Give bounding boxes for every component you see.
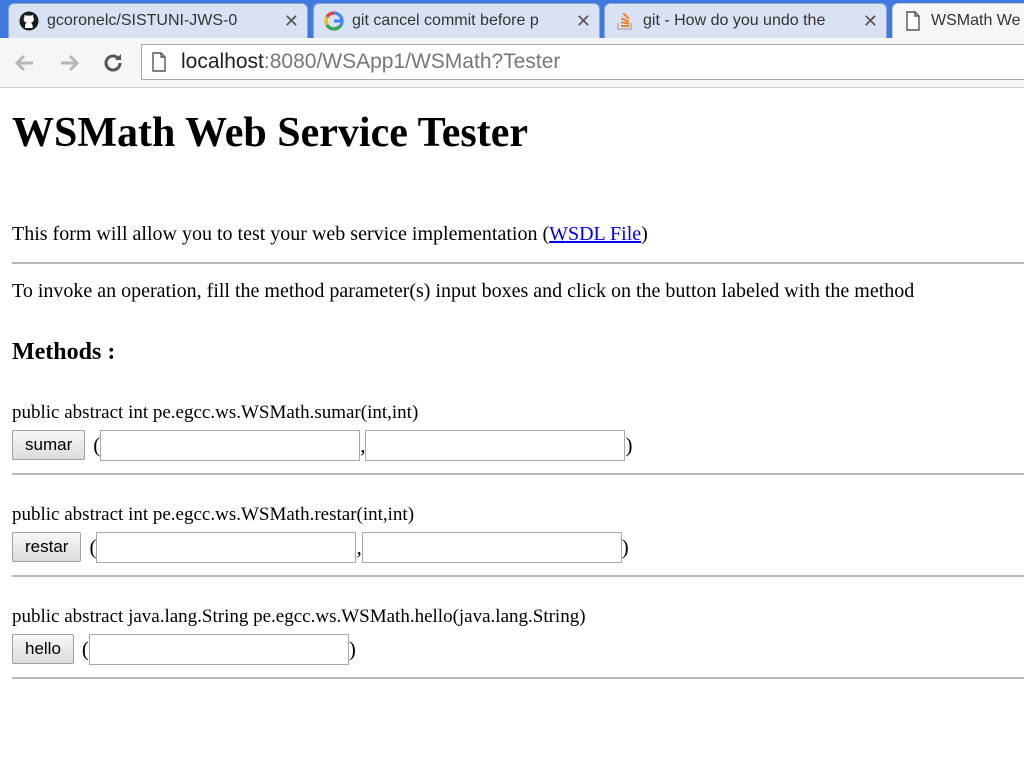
divider xyxy=(12,677,1024,679)
tab-strip: gcoronelc/SISTUNI-JWS-0 ✕ git cancel com… xyxy=(0,0,1024,38)
url-host: localhost xyxy=(181,50,264,73)
tab-github[interactable]: gcoronelc/SISTUNI-JWS-0 ✕ xyxy=(8,3,308,38)
close-icon[interactable]: ✕ xyxy=(576,11,591,32)
tab-wsmath[interactable]: WSMath We xyxy=(892,3,1024,38)
hello-param-1-input[interactable] xyxy=(88,633,349,665)
divider xyxy=(12,262,1024,264)
tab-google[interactable]: git cancel commit before p ✕ xyxy=(313,3,600,38)
open-paren: ( xyxy=(89,534,97,559)
tab-title: gcoronelc/SISTUNI-JWS-0 xyxy=(47,12,238,29)
intro-close: ) xyxy=(641,223,648,245)
close-paren: ) xyxy=(621,534,629,559)
tab-title: WSMath We xyxy=(931,12,1021,29)
close-paren: ) xyxy=(348,636,356,661)
close-paren: ) xyxy=(625,432,633,457)
open-paren: ( xyxy=(93,432,101,457)
reload-button[interactable] xyxy=(98,48,128,78)
back-button[interactable] xyxy=(10,48,40,78)
restar-param-1-input[interactable] xyxy=(96,531,357,563)
method-row-sumar: sumar ( , ) xyxy=(12,429,632,461)
divider xyxy=(12,473,1024,475)
address-bar[interactable]: localhost:8080/WSApp1/WSMath?Tester xyxy=(141,44,1024,80)
sumar-button[interactable]: sumar xyxy=(12,430,86,460)
arrow-right-icon xyxy=(61,54,80,72)
method-signature-hello: public abstract java.lang.String pe.egcc… xyxy=(12,606,586,627)
sumar-param-2-input[interactable] xyxy=(365,429,626,461)
tab-title: git cancel commit before p xyxy=(352,12,539,29)
method-signature-restar: public abstract int pe.egcc.ws.WSMath.re… xyxy=(12,504,415,525)
tab-stackoverflow[interactable]: git - How do you undo the ✕ xyxy=(604,3,887,38)
method-row-restar: restar ( , ) xyxy=(12,531,629,563)
method-row-hello: hello ( ) xyxy=(12,633,356,665)
reload-icon xyxy=(104,54,122,72)
close-icon[interactable]: ✕ xyxy=(284,11,299,32)
intro-paragraph: This form will allow you to test your we… xyxy=(12,223,648,246)
google-icon xyxy=(324,11,344,31)
page-title: WSMath Web Service Tester xyxy=(12,110,529,156)
page-icon xyxy=(903,11,923,31)
hello-button[interactable]: hello xyxy=(12,634,74,664)
divider xyxy=(12,575,1024,577)
methods-heading: Methods : xyxy=(12,339,116,365)
url-path: :8080/WSApp1/WSMath?Tester xyxy=(263,50,561,73)
arrow-left-icon xyxy=(14,54,33,72)
tab-title: git - How do you undo the xyxy=(643,12,826,29)
wsdl-link[interactable]: WSDL File xyxy=(549,223,641,245)
intro-text: This form will allow you to test your we… xyxy=(12,223,550,245)
close-icon[interactable]: ✕ xyxy=(863,11,878,32)
stackoverflow-icon xyxy=(615,11,635,31)
sumar-param-1-input[interactable] xyxy=(100,429,361,461)
open-paren: ( xyxy=(81,636,89,661)
method-signature-sumar: public abstract int pe.egcc.ws.WSMath.su… xyxy=(12,402,419,423)
github-icon xyxy=(19,11,39,31)
browser-toolbar: localhost:8080/WSApp1/WSMath?Tester xyxy=(0,38,1024,88)
instructions-text: To invoke an operation, fill the method … xyxy=(12,280,915,302)
page-icon xyxy=(151,52,173,72)
restar-button[interactable]: restar xyxy=(12,532,82,562)
forward-button[interactable] xyxy=(54,48,84,78)
restar-param-2-input[interactable] xyxy=(361,531,622,563)
